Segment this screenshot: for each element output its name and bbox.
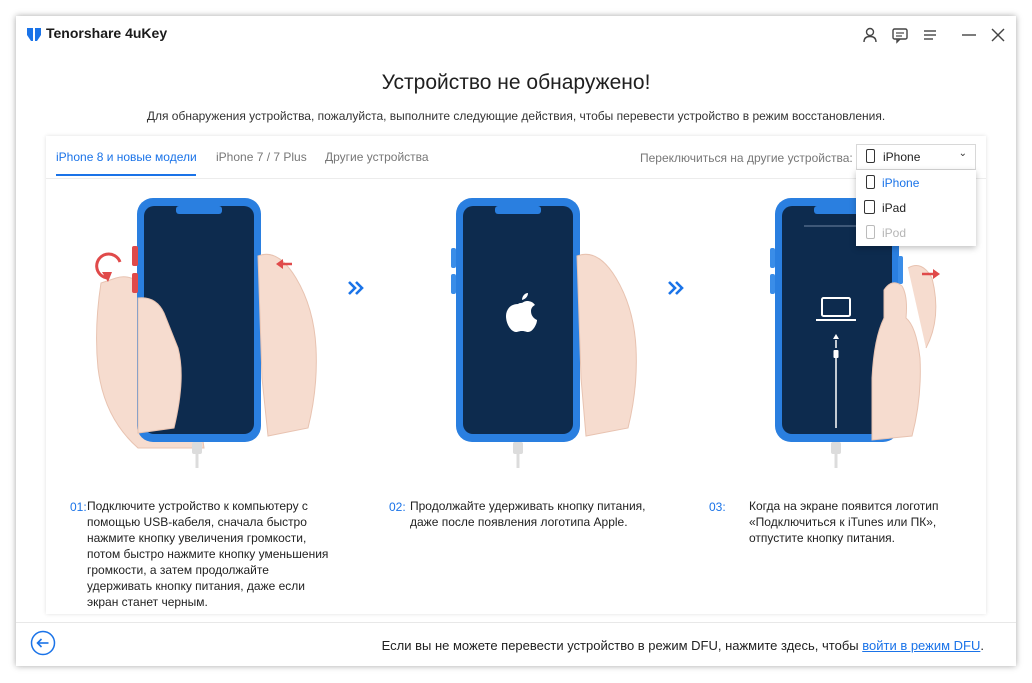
footer-divider bbox=[16, 622, 1016, 623]
titlebar: Tenorshare 4uKey bbox=[16, 16, 1016, 54]
step-1-text: Подключите устройство к компьютеру с пом… bbox=[87, 499, 329, 609]
device-dropdown: iPhone iPad iPod bbox=[856, 170, 976, 246]
dropdown-option-label: iPad bbox=[882, 201, 907, 215]
step-3-number: 03: bbox=[709, 500, 726, 514]
step-3-text: Когда на экране появится логотип «Подклю… bbox=[749, 499, 939, 545]
dropdown-option-ipod: iPod bbox=[856, 220, 976, 245]
device-tabs: iPhone 8 и новые модели iPhone 7 / 7 Plu… bbox=[46, 136, 986, 179]
instructions-panel: iPhone 8 и новые модели iPhone 7 / 7 Plu… bbox=[46, 136, 986, 614]
dfu-hint: Если вы не можете перевести устройство в… bbox=[382, 638, 984, 653]
step-1-illustration bbox=[95, 198, 317, 468]
ipod-icon bbox=[866, 225, 875, 239]
chevron-down-icon: ⌄ bbox=[958, 148, 967, 159]
next-step-chevron-icon bbox=[668, 281, 684, 295]
steps-illustration bbox=[95, 198, 940, 468]
next-step-chevron-icon bbox=[348, 281, 364, 295]
back-arrow-icon[interactable] bbox=[30, 630, 56, 656]
step-2-illustration bbox=[451, 198, 637, 468]
ipad-icon bbox=[864, 200, 875, 214]
dfu-hint-text: Если вы не можете перевести устройство в… bbox=[381, 638, 863, 653]
volume-down-button-icon bbox=[132, 273, 138, 293]
dropdown-option-label: iPod bbox=[882, 226, 907, 240]
device-select[interactable]: iPhone ⌄ bbox=[856, 144, 976, 170]
menu-icon[interactable] bbox=[921, 26, 939, 44]
page-subtitle: Для обнаружения устройства, пожалуйста, … bbox=[146, 109, 886, 123]
right-arrow-icon bbox=[933, 269, 940, 279]
tab-iphone-8-and-newer[interactable]: iPhone 8 и новые модели bbox=[56, 150, 197, 164]
user-icon[interactable] bbox=[861, 26, 879, 44]
dfu-hint-suffix: . bbox=[980, 638, 984, 653]
app-window: Tenorshare 4uKey Устройство не обнаружен… bbox=[16, 16, 1016, 666]
dropdown-option-label: iPhone bbox=[882, 176, 920, 190]
feedback-icon[interactable] bbox=[891, 26, 909, 44]
dropdown-option-iphone[interactable]: iPhone bbox=[856, 170, 976, 195]
tab-other-devices[interactable]: Другие устройства bbox=[325, 150, 429, 164]
dropdown-option-ipad[interactable]: iPad bbox=[856, 195, 976, 220]
page-title: Устройство не обнаружено! bbox=[381, 71, 651, 94]
step-1-number: 01: bbox=[70, 500, 87, 514]
step-2-number: 02: bbox=[389, 500, 406, 514]
device-switch-label: Переключиться на другие устройства: bbox=[640, 151, 853, 165]
app-title: Tenorshare 4uKey bbox=[46, 25, 168, 41]
step-2-text: Продолжайте удерживать кнопку питания, д… bbox=[410, 499, 646, 529]
tab-iphone-7[interactable]: iPhone 7 / 7 Plus bbox=[216, 150, 307, 164]
device-select-value: iPhone bbox=[883, 150, 921, 164]
active-tab-indicator bbox=[56, 174, 196, 176]
iphone-icon bbox=[866, 175, 875, 189]
volume-up-button-icon bbox=[132, 246, 138, 266]
tenorshare-logo-icon bbox=[27, 28, 41, 41]
close-icon[interactable] bbox=[989, 26, 1007, 44]
enter-dfu-mode-link[interactable]: войти в режим DFU bbox=[862, 638, 980, 653]
minimize-icon[interactable] bbox=[960, 26, 978, 44]
iphone-icon bbox=[866, 149, 875, 163]
